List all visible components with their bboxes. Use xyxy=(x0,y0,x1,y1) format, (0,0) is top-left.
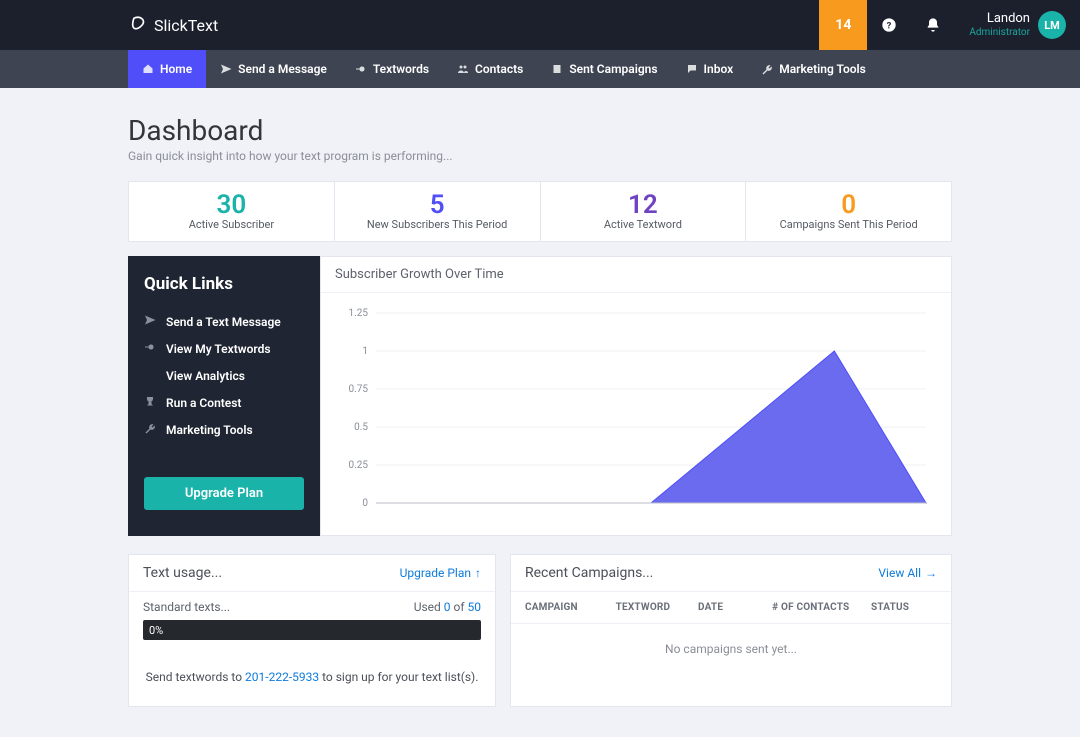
user-role: Administrator xyxy=(969,27,1030,38)
stat-value: 0 xyxy=(746,190,951,220)
recent-campaigns-card: Recent Campaigns... View All → CAMPAIGNT… xyxy=(510,554,952,707)
stat-value: 30 xyxy=(129,190,334,220)
help-button[interactable]: ? xyxy=(867,0,911,50)
quick-link-send-a-text-message[interactable]: Send a Text Message xyxy=(144,308,304,335)
stat-value: 12 xyxy=(541,190,746,220)
home-icon xyxy=(142,63,154,75)
upgrade-plan-button[interactable]: Upgrade Plan xyxy=(144,477,304,510)
chart-card: Subscriber Growth Over Time 0 0.25 0.5 0.75… xyxy=(320,256,952,536)
alerts-button[interactable] xyxy=(911,0,955,50)
nav-item-home[interactable]: Home xyxy=(128,50,206,88)
topbar: SlickText 14 ? Landon Administrator LM xyxy=(0,0,1080,50)
campaigns-col--of-contacts: # OF CONTACTS xyxy=(772,602,871,613)
svg-text:?: ? xyxy=(887,20,892,31)
subscriber-growth-chart: 0 0.25 0.5 0.75 1 1.25 xyxy=(335,303,937,513)
page-subtitle: Gain quick insight into how your text pr… xyxy=(128,149,952,163)
stat-label: Active Subscriber xyxy=(129,218,334,231)
usage-row-used: Used 0 of 50 xyxy=(414,600,481,614)
view-all-campaigns-link[interactable]: View All → xyxy=(878,566,937,580)
stat-label: New Subscribers This Period xyxy=(335,218,540,231)
stat-label: Active Textword xyxy=(541,218,746,231)
chat-icon xyxy=(686,63,698,75)
campaigns-empty-state: No campaigns sent yet... xyxy=(511,624,951,680)
notifications-badge[interactable]: 14 xyxy=(819,0,867,50)
stat-label: Campaigns Sent This Period xyxy=(746,218,951,231)
recent-campaigns-title: Recent Campaigns... xyxy=(525,565,653,581)
send-icon xyxy=(144,314,156,329)
upgrade-plan-link[interactable]: Upgrade Plan ↑ xyxy=(400,566,481,580)
chart-title: Subscriber Growth Over Time xyxy=(321,257,951,293)
text-usage-title: Text usage... xyxy=(143,565,222,581)
nav-item-inbox[interactable]: Inbox xyxy=(672,50,748,88)
svg-text:0.25: 0.25 xyxy=(349,460,369,471)
avatar: LM xyxy=(1038,11,1066,39)
wrench-icon xyxy=(144,422,156,437)
nav-item-send-a-message[interactable]: Send a Message xyxy=(206,50,341,88)
quick-link-view-my-textwords[interactable]: View My Textwords xyxy=(144,335,304,362)
trophy-icon xyxy=(144,395,156,410)
arrow-right-icon: → xyxy=(925,566,937,580)
brand-logo[interactable]: SlickText xyxy=(128,15,218,35)
svg-text:0.5: 0.5 xyxy=(354,422,368,433)
brand-name: SlickText xyxy=(154,16,218,35)
quick-links-panel: Quick Links Send a Text MessageView My T… xyxy=(128,256,320,536)
users-icon xyxy=(457,63,469,75)
quick-link-run-a-contest[interactable]: Run a Contest xyxy=(144,389,304,416)
usage-row-label: Standard texts... xyxy=(143,600,230,614)
stat-campaigns-sent-this-period: 0Campaigns Sent This Period xyxy=(746,182,951,241)
quick-link-view-analytics[interactable]: View Analytics xyxy=(144,362,304,389)
nav-item-contacts[interactable]: Contacts xyxy=(443,50,537,88)
text-usage-card: Text usage... Upgrade Plan ↑ Standard te… xyxy=(128,554,496,707)
bars-icon xyxy=(144,368,156,383)
quick-link-marketing-tools[interactable]: Marketing Tools xyxy=(144,416,304,443)
key-icon xyxy=(144,341,156,356)
campaigns-col-campaign: CAMPAIGN xyxy=(525,602,616,613)
usage-footer: Send textwords to 201-222-5933 to sign u… xyxy=(129,640,495,706)
stat-active-subscriber: 30Active Subscriber xyxy=(129,182,335,241)
nav-item-sent-campaigns[interactable]: Sent Campaigns xyxy=(537,50,671,88)
svg-text:1.25: 1.25 xyxy=(349,308,369,319)
svg-text:1: 1 xyxy=(362,346,368,357)
wrench-icon xyxy=(761,63,773,75)
notifications-count: 14 xyxy=(835,17,851,33)
nav-item-textwords[interactable]: Textwords xyxy=(341,50,443,88)
campaigns-col-date: DATE xyxy=(698,602,772,613)
stats-row: 30Active Subscriber5New Subscribers This… xyxy=(128,181,952,242)
svg-text:0.75: 0.75 xyxy=(349,384,369,395)
quick-links-title: Quick Links xyxy=(144,274,304,294)
user-menu[interactable]: Landon Administrator LM xyxy=(955,0,1080,50)
signup-phone[interactable]: 201-222-5933 xyxy=(245,670,319,684)
stat-value: 5 xyxy=(335,190,540,220)
calendar-icon xyxy=(551,63,563,75)
main-nav: HomeSend a MessageTextwordsContactsSent … xyxy=(0,50,1080,88)
stat-active-textword: 12Active Textword xyxy=(541,182,747,241)
slicktext-logo-icon xyxy=(128,15,148,35)
arrow-up-icon: ↑ xyxy=(475,566,481,580)
page-title: Dashboard xyxy=(128,114,952,147)
stat-new-subscribers-this-period: 5New Subscribers This Period xyxy=(335,182,541,241)
campaigns-col-status: STATUS xyxy=(871,602,937,613)
send-icon xyxy=(220,63,232,75)
campaigns-table-header: CAMPAIGNTEXTWORDDATE# OF CONTACTSSTATUS xyxy=(511,592,951,624)
campaigns-col-textword: TEXTWORD xyxy=(616,602,698,613)
key-icon xyxy=(355,63,367,75)
nav-item-marketing-tools[interactable]: Marketing Tools xyxy=(747,50,880,88)
user-name: Landon xyxy=(969,12,1030,26)
svg-text:0: 0 xyxy=(362,498,368,509)
usage-progress-bar: 0% xyxy=(143,620,481,640)
